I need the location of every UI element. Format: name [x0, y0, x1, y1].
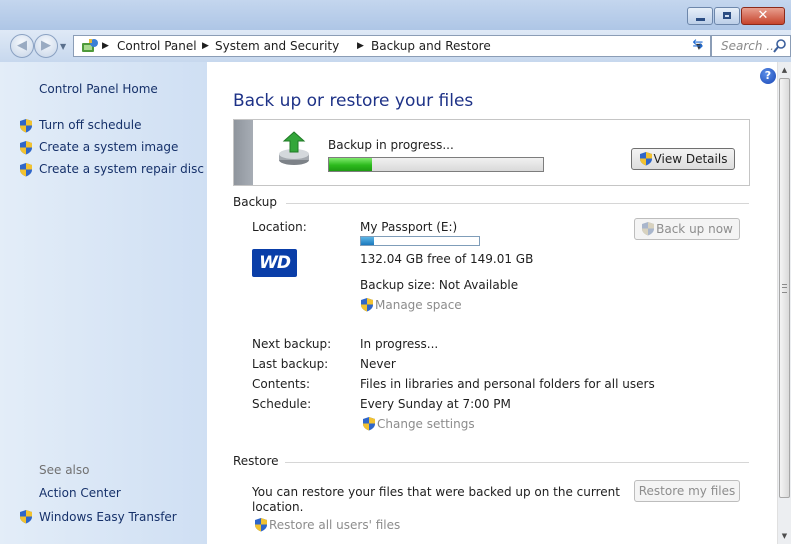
restore-description-line2: location.	[252, 500, 304, 514]
forward-arrow-icon: ▶	[41, 38, 51, 53]
sidebar-link-control-panel-home[interactable]: Control Panel Home	[39, 82, 158, 96]
breadcrumb-separator: ▶	[357, 41, 364, 51]
uac-shield-icon	[363, 417, 375, 431]
help-icon[interactable]: ?	[760, 68, 776, 84]
restore-all-users-label: Restore all users' files	[269, 518, 401, 532]
sidebar-link-create-system-image[interactable]: Create a system image	[39, 140, 178, 154]
address-row: ◀ ▶ ▼ ▶ Control Panel ▶ System and Secur…	[0, 30, 791, 62]
breadcrumb-control-panel[interactable]: Control Panel	[117, 39, 197, 53]
back-up-now-button[interactable]: Back up now	[634, 218, 740, 240]
backup-status-text: Backup in progress...	[328, 138, 454, 152]
backup-drive-icon	[279, 131, 309, 165]
restore-section-header: Restore	[233, 454, 279, 468]
restore-my-files-label: Restore my files	[638, 484, 736, 498]
back-button[interactable]: ◀	[10, 34, 34, 58]
maximize-button[interactable]	[714, 7, 740, 25]
disk-usage-bar	[360, 236, 480, 246]
control-panel-icon	[82, 39, 98, 52]
backup-and-restore-window: ✕ ◀ ▶ ▼ ▶ Control Panel ▶ System and Sec…	[0, 0, 791, 544]
search-icon[interactable]	[772, 38, 788, 54]
restore-section-divider	[285, 462, 749, 463]
uac-shield-icon	[255, 518, 267, 532]
sidebar-link-turn-off-schedule[interactable]: Turn off schedule	[39, 118, 141, 132]
status-strip	[234, 120, 253, 185]
uac-shield-icon	[20, 163, 32, 177]
restore-all-users-link[interactable]: Restore all users' files	[254, 517, 400, 532]
last-backup-label: Last backup:	[252, 357, 329, 371]
breadcrumb-separator: ▶	[102, 41, 109, 51]
main-content: Back up or restore your files Backup in …	[207, 62, 777, 544]
forward-button[interactable]: ▶	[34, 34, 58, 58]
uac-shield-icon	[20, 510, 32, 524]
backup-progress-fill	[329, 158, 372, 171]
backup-section-header: Backup	[233, 195, 277, 209]
sidebar: Control Panel Home Turn off schedule Cre…	[0, 62, 207, 544]
see-also-heading: See also	[39, 463, 90, 477]
disk-usage-fill	[361, 237, 374, 245]
back-arrow-icon: ◀	[17, 38, 27, 53]
uac-shield-icon	[361, 298, 373, 312]
vertical-scrollbar[interactable]: ▲ ▼	[777, 62, 791, 544]
contents-value: Files in libraries and personal folders …	[360, 377, 655, 391]
back-up-now-label: Back up now	[656, 222, 733, 236]
next-backup-label: Next backup:	[252, 337, 332, 351]
search-input[interactable]: Search ...	[711, 35, 791, 57]
manage-space-link[interactable]: Manage space	[360, 297, 462, 312]
minimize-icon	[696, 18, 705, 21]
backup-progress-bar	[328, 157, 544, 172]
change-settings-link[interactable]: Change settings	[362, 416, 475, 431]
uac-shield-icon	[642, 222, 655, 236]
page-title: Back up or restore your files	[233, 91, 474, 111]
schedule-label: Schedule:	[252, 397, 312, 411]
scrollbar-grip-icon	[782, 284, 787, 293]
restore-my-files-button[interactable]: Restore my files	[634, 480, 740, 502]
restore-description-line1: You can restore your files that were bac…	[252, 485, 620, 499]
uac-shield-icon	[20, 119, 32, 133]
view-details-label: View Details	[653, 152, 728, 166]
close-icon: ✕	[757, 8, 769, 23]
search-placeholder: Search ...	[721, 39, 778, 53]
wd-drive-logo: WD	[252, 249, 297, 277]
manage-space-label: Manage space	[375, 298, 462, 312]
last-backup-value: Never	[360, 357, 396, 371]
location-value: My Passport (E:)	[360, 220, 458, 234]
breadcrumb-separator: ▶	[202, 41, 209, 51]
uac-shield-icon	[639, 152, 652, 166]
scroll-up-arrow-icon[interactable]: ▲	[778, 64, 791, 76]
minimize-button[interactable]	[687, 7, 713, 25]
location-label: Location:	[252, 220, 307, 234]
refresh-icon: ⇆	[692, 37, 704, 52]
backup-section-divider	[286, 203, 749, 204]
backup-size-text: Backup size: Not Available	[360, 278, 519, 292]
change-settings-label: Change settings	[377, 417, 475, 431]
uac-shield-icon	[20, 141, 32, 155]
scrollbar-thumb[interactable]	[779, 78, 790, 498]
close-button[interactable]: ✕	[741, 7, 785, 25]
breadcrumb-backup-and-restore[interactable]: Backup and Restore	[371, 39, 491, 53]
sidebar-link-action-center[interactable]: Action Center	[39, 486, 121, 500]
recent-pages-dropdown[interactable]: ▼	[60, 42, 66, 51]
backup-status-panel: Backup in progress... View Details	[233, 119, 750, 186]
contents-label: Contents:	[252, 377, 311, 391]
free-space-text: 132.04 GB free of 149.01 GB	[360, 252, 534, 266]
address-bar[interactable]: ▶ Control Panel ▶ System and Security ▶ …	[73, 35, 711, 57]
next-backup-value: In progress...	[360, 337, 439, 351]
scroll-down-arrow-icon[interactable]: ▼	[778, 530, 791, 542]
maximize-icon	[723, 12, 731, 19]
breadcrumb-system-and-security[interactable]: System and Security	[215, 39, 339, 53]
refresh-button[interactable]: ⇆	[687, 35, 709, 57]
sidebar-link-windows-easy-transfer[interactable]: Windows Easy Transfer	[39, 510, 177, 524]
schedule-value: Every Sunday at 7:00 PM	[360, 397, 511, 411]
sidebar-link-create-repair-disc[interactable]: Create a system repair disc	[39, 162, 204, 176]
caption-buttons: ✕	[686, 7, 785, 25]
view-details-button[interactable]: View Details	[631, 148, 735, 170]
title-bar: ✕	[0, 0, 791, 30]
